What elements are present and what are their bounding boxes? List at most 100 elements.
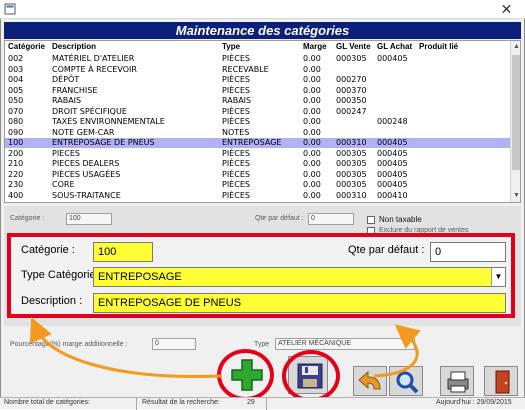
vertical-scrollbar[interactable]: ▲ ▼ — [510, 41, 520, 202]
table-cell: 003 — [8, 64, 24, 74]
column-header[interactable]: GL Vente — [336, 42, 371, 51]
table-cell: PIÈCES — [222, 180, 250, 189]
table-cell: 000370 — [336, 85, 367, 95]
table-cell: RABAIS — [52, 96, 82, 105]
table-cell: 070 — [8, 106, 24, 116]
table-cell: FRANCHISE — [52, 85, 98, 95]
table-cell: PIECES — [52, 148, 80, 158]
table-cell: 0.00 — [303, 117, 321, 126]
table-cell: 400 — [8, 190, 24, 200]
table-cell: 0.00 — [303, 85, 321, 95]
table-row[interactable]: 200 PIECES PIÈCES 0.00 000305 000405 — [5, 149, 510, 159]
arrow-to-panel-right — [373, 324, 421, 378]
status-bar: Nombre total de catégories: Résultat de … — [0, 397, 525, 410]
table-cell: 000310 — [336, 190, 367, 200]
table-cell: 0.00 — [303, 75, 321, 84]
scroll-up-icon[interactable]: ▲ — [511, 41, 520, 53]
table-cell: 004 — [8, 75, 24, 84]
table-cell: 000270 — [336, 75, 367, 84]
table-cell: 000350 — [336, 96, 367, 105]
table-row[interactable]: 230 CORE PIÈCES 0.00 000305 000405 — [5, 180, 510, 190]
table-cell: COMPTE À RECEVOIR — [52, 64, 137, 74]
table-cell: 000405 — [377, 138, 408, 147]
table-row[interactable]: 100 ENTREPOSAGE DE PNEUS ENTREPOSAGE 0.00 00… — [5, 138, 510, 148]
table-cell: PIÈCES — [222, 117, 250, 126]
scroll-down-icon[interactable]: ▼ — [511, 190, 520, 202]
table-cell: 200 — [8, 148, 24, 158]
table-cell: 000405 — [377, 54, 408, 63]
table-row[interactable]: 210 PIECES DEALERS PIÈCES 0.00 000305 000405 — [5, 159, 510, 169]
table-cell: DÉPÔT — [52, 75, 80, 84]
qte-input[interactable]: 0 — [430, 242, 506, 262]
table-cell: 0.00 — [303, 169, 321, 179]
column-header[interactable]: Marge — [303, 42, 327, 51]
qte-label: Qte par défaut : — [348, 244, 425, 256]
table-cell: 210 — [8, 159, 24, 168]
annotation-arrows — [29, 317, 421, 378]
table-cell: 100 — [8, 138, 24, 147]
bg-categorie-field: 100 — [66, 213, 112, 225]
table-cell: PIÈCES USAGÉES — [52, 169, 121, 179]
table-cell: PIÈCES — [222, 85, 250, 95]
table-cell: 0.00 — [303, 54, 321, 63]
arrow-to-panel-left — [29, 317, 223, 378]
bg-qte-label: Qte par défaut : — [255, 215, 304, 222]
table-cell: 0.00 — [303, 159, 321, 168]
search-result-label: Résultat de la recherche: — [142, 399, 220, 406]
status-separator — [266, 398, 267, 410]
column-header[interactable]: Description — [52, 42, 96, 51]
table-cell: 000305 — [336, 148, 367, 158]
table-row[interactable]: 002 MATÉRIEL D'ATELIER PIÈCES 0.00 000305 000… — [5, 54, 510, 64]
table-cell: 090 — [8, 127, 24, 137]
categories-table[interactable]: Catégorie Description Type Marge GL Vent… — [4, 40, 521, 203]
chevron-down-icon[interactable]: ▼ — [491, 268, 505, 286]
table-cell: 002 — [8, 54, 24, 63]
close-button[interactable]: ✕ — [488, 0, 525, 19]
table-cell: 0.00 — [303, 106, 321, 116]
table-cell: 0.00 — [303, 138, 321, 147]
non-taxable-label: Non taxable — [379, 215, 422, 224]
type-categorie-label: Type Catégorie : — [21, 269, 102, 281]
bg-qte-field: 0 — [308, 213, 354, 225]
table-row[interactable]: 005 FRANCHISE PIÈCES 0.00 000370 — [5, 86, 510, 96]
column-header[interactable]: Produit lié — [419, 42, 458, 51]
table-cell: PIÈCES — [222, 106, 250, 116]
table-row[interactable]: 080 TAXES ENVIRONNEMENTALE PIÈCES 0.00 00024… — [5, 117, 510, 127]
table-cell: 0.00 — [303, 190, 321, 200]
table-cell: PIÈCES — [222, 148, 250, 158]
table-cell: DROIT SPÉCIFIQUE — [52, 106, 127, 116]
table-row[interactable]: 220 PIÈCES USAGÉES PIÈCES 0.00 000305 000405 — [5, 170, 510, 180]
status-separator — [136, 398, 137, 410]
table-cell: 080 — [8, 117, 24, 126]
table-cell: MATÉRIEL D'ATELIER — [52, 54, 135, 63]
table-cell: 000405 — [377, 148, 408, 158]
table-cell: 000410 — [377, 190, 408, 200]
table-cell: CORE — [52, 180, 75, 189]
table-cell: SOUS-TRAITANCE — [52, 190, 121, 200]
column-header[interactable]: Catégorie — [8, 42, 45, 51]
table-cell: PIÈCES — [222, 54, 250, 63]
table-cell: 000310 — [336, 138, 367, 147]
table-row[interactable]: 400 SOUS-TRAITANCE PIÈCES 0.00 000310 000410 — [5, 191, 510, 201]
column-header[interactable]: GL Achat — [377, 42, 412, 51]
type-categorie-select[interactable]: ENTREPOSAGE ▼ — [93, 267, 506, 287]
table-row[interactable]: 003 COMPTE À RECEVOIR RECEVABLE 0.00 — [5, 65, 510, 75]
type-categorie-value: ENTREPOSAGE — [98, 271, 182, 283]
table-row[interactable]: 090 NOTE GEM-CAR NOTES 0.00 — [5, 128, 510, 138]
page-title: Maintenance des catégories — [4, 22, 521, 39]
table-row[interactable]: 050 RABAIS RABAIS 0.00 000350 — [5, 96, 510, 106]
table-cell: 000305 — [336, 180, 367, 189]
table-cell: 220 — [8, 169, 24, 179]
categorie-input[interactable]: 100 — [93, 242, 153, 262]
table-cell: RECEVABLE — [222, 64, 269, 74]
table-cell: 0.00 — [303, 148, 321, 158]
table-row[interactable]: 070 DROIT SPÉCIFIQUE PIÈCES 0.00 000247 — [5, 107, 510, 117]
table-cell: 230 — [8, 180, 24, 189]
non-taxable-checkbox[interactable] — [367, 216, 375, 224]
column-header[interactable]: Type — [222, 42, 240, 51]
table-cell: 000247 — [336, 106, 367, 116]
scroll-thumb[interactable] — [512, 55, 520, 170]
table-row[interactable]: 004 DÉPÔT PIÈCES 0.00 000270 — [5, 75, 510, 85]
table-cell: ENTREPOSAGE — [222, 138, 282, 147]
table-cell: ENTREPOSAGE DE PNEUS — [52, 138, 155, 147]
